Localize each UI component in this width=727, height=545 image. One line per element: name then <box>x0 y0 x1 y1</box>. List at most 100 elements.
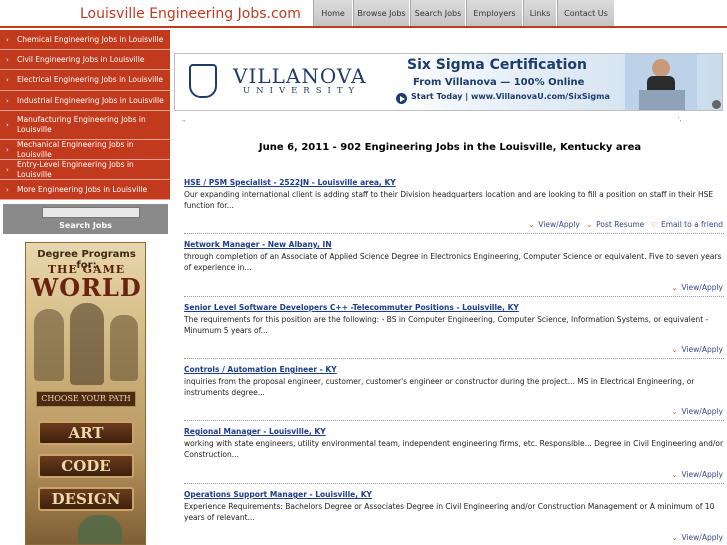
divider <box>184 233 724 234</box>
view-apply-link[interactable]: View/Apply <box>538 220 580 229</box>
nav-links[interactable]: Links <box>523 0 557 26</box>
chevron-down-icon: ⌄ <box>671 471 678 479</box>
nav-contact-us[interactable]: Contact Us <box>557 0 615 26</box>
chevron-down-icon: ⌄ <box>671 284 678 292</box>
ad-art-button[interactable]: ART <box>38 421 134 445</box>
nav-home[interactable]: Home <box>313 0 353 26</box>
job-listing: Operations Support Manager - Louisville,… <box>184 490 724 523</box>
sidebar-item-label: Entry-Level Engineering Jobs in Louisvil… <box>17 159 134 179</box>
view-apply-link[interactable]: View/Apply <box>682 470 724 479</box>
email-friend-link[interactable]: Email to a friend <box>661 220 723 229</box>
job-title-link[interactable]: Network Manager - New Albany, IN <box>184 240 724 249</box>
job-listing: HSE / PSM Specialist - 2522JN - Louisvil… <box>184 178 724 211</box>
job-listing: Network Manager - New Albany, IN through… <box>184 240 724 273</box>
sidebar-item-civil[interactable]: › Civil Engineering Jobs in Louisville <box>0 50 170 70</box>
chevron-down-icon: ⌄ <box>528 221 535 229</box>
chevron-down-icon: ⌄ <box>586 221 593 229</box>
corner-mark-right: ', <box>678 116 682 123</box>
sidebar-item-label: Civil Engineering Jobs in Louisville <box>17 54 145 64</box>
view-apply-link[interactable]: View/Apply <box>682 283 724 292</box>
sidebar-item-label: Electrical Engineering Jobs in Louisvill… <box>17 75 163 84</box>
choose-path-label: CHOOSE YOUR PATH <box>36 391 136 407</box>
sidebar-item-electrical[interactable]: › Electrical Engineering Jobs in Louisvil… <box>0 70 170 91</box>
job-title-link[interactable]: Senior Level Software Developers C++ -Te… <box>184 303 724 312</box>
sidebar-item-industrial[interactable]: › Industrial Engineering Jobs in Louisvil… <box>0 91 170 111</box>
divider <box>184 420 724 421</box>
ad-logo: THE GAME WORLD <box>26 263 145 302</box>
view-apply-link[interactable]: View/Apply <box>682 345 724 354</box>
divider <box>184 483 724 484</box>
ad-headline: Six Sigma Certification <box>407 57 587 73</box>
search-input[interactable] <box>42 207 140 218</box>
sidebar-item-chemical[interactable]: › Chemical Engineering Jobs in Louisville <box>0 30 170 50</box>
job-description: through completion of an Associate of Ap… <box>184 252 722 272</box>
sidebar-item-more[interactable]: › More Engineering Jobs in Louisville <box>0 180 170 200</box>
villanova-seal-icon <box>189 64 217 98</box>
sidebar-item-label: More Engineering Jobs in Louisville <box>17 184 148 194</box>
sidebar-item-label: Chemical Engineering Jobs in Louisville <box>17 34 164 44</box>
ad-cta[interactable]: Start Today | www.VillanovaU.com/SixSigm… <box>411 92 610 101</box>
post-resume-link[interactable]: Post Resume <box>596 220 644 229</box>
page-title: June 6, 2011 - 902 Engineering Jobs in t… <box>258 142 642 153</box>
job-title-link[interactable]: Operations Support Manager - Louisville,… <box>184 490 724 499</box>
main-nav: Home Browse Jobs Search Jobs Employers L… <box>313 0 615 26</box>
job-description: Our expanding international client is ad… <box>184 190 714 210</box>
divider <box>184 358 724 359</box>
chevron-right-icon: › <box>6 55 9 64</box>
chevron-down-icon: ⌄ <box>671 534 678 542</box>
person-with-laptop-image <box>625 54 697 110</box>
job-title-link[interactable]: Controls / Automation Engineer - KY <box>184 365 724 374</box>
warrior-figure-center <box>70 303 104 385</box>
view-apply-link[interactable]: View/Apply <box>682 407 724 416</box>
chevron-right-icon: › <box>6 121 9 129</box>
chevron-right-icon: › <box>6 35 9 44</box>
play-arrow-icon <box>396 93 407 104</box>
job-title-link[interactable]: HSE / PSM Specialist - 2522JN - Louisvil… <box>184 178 724 187</box>
job-listing: Regional Manager - Louisville, KY workin… <box>184 427 724 460</box>
job-title-link[interactable]: Regional Manager - Louisville, KY <box>184 427 724 436</box>
sidebar-item-label: Industrial Engineering Jobs in Louisvill… <box>17 95 164 105</box>
game-world-ad[interactable]: Degree Programs for: THE GAME WORLD CHOO… <box>25 242 146 545</box>
corner-mark-left: ,, <box>182 116 186 123</box>
job-actions: ⌄ View/Apply <box>668 470 723 479</box>
job-listing: Senior Level Software Developers C++ -Te… <box>184 303 724 336</box>
nav-browse-jobs[interactable]: Browse Jobs <box>353 0 410 26</box>
sidebar-search: Search Jobs <box>3 204 168 234</box>
main-content: ,, ', June 6, 2011 - 902 Engineering Job… <box>174 114 726 545</box>
warrior-figure-left <box>34 309 64 381</box>
sidebar-item-label: Manufacturing Engineering Jobs in Louisv… <box>17 115 146 134</box>
ad-logo-large: WORLD <box>31 273 142 302</box>
villanova-wordmark: VILLANOVA <box>233 64 367 88</box>
chevron-right-icon: › <box>6 185 9 194</box>
nav-search-jobs[interactable]: Search Jobs <box>410 0 466 26</box>
job-actions: ⌄ View/Apply <box>668 407 723 416</box>
job-actions: ⌄ View/Apply ⌄ Post Resume ♡ Email to a fri… <box>525 220 724 229</box>
chevron-right-icon: › <box>6 76 9 84</box>
ad-info-icon[interactable] <box>712 100 721 109</box>
chevron-down-icon: ⌄ <box>671 346 678 354</box>
job-actions: ⌄ View/Apply <box>668 345 723 354</box>
ad-code-button[interactable]: CODE <box>38 454 134 478</box>
heart-icon: ♡ <box>650 221 657 229</box>
creature-figure <box>78 515 122 544</box>
page: Louisville Engineering Jobs.com Home Bro… <box>0 0 727 545</box>
sidebar-item-mechanical[interactable]: › Mechanical Engineering Jobs in Louisvil… <box>0 140 170 160</box>
nav-employers[interactable]: Employers <box>466 0 523 26</box>
view-apply-link[interactable]: View/Apply <box>682 533 724 542</box>
job-description: inquiries from the proposal engineer, cu… <box>184 377 695 397</box>
ad-subline: From Villanova — 100% Online <box>413 77 585 88</box>
sidebar-item-label: Mechanical Engineering Jobs in Louisvill… <box>17 139 134 159</box>
sidebar-item-entry-level[interactable]: › Entry-Level Engineering Jobs in Louisvi… <box>0 160 170 180</box>
job-description: Experience Requirements: Bachelors Degre… <box>184 502 715 522</box>
villanova-banner-ad[interactable]: VILLANOVA UNIVERSITY Six Sigma Certifica… <box>174 53 723 111</box>
job-description: The requirements for this position are t… <box>184 315 709 335</box>
search-jobs-button[interactable]: Search Jobs <box>3 221 168 230</box>
job-description: working with state engineers, utility en… <box>184 439 724 459</box>
sidebar-item-manufacturing[interactable]: › Manufacturing Engineering Jobs in Louis… <box>0 111 170 140</box>
warrior-figure-right <box>110 315 138 381</box>
job-actions: ⌄ View/Apply <box>668 283 723 292</box>
chevron-right-icon: › <box>6 96 9 105</box>
ad-design-button[interactable]: DESIGN <box>38 487 134 511</box>
site-title[interactable]: Louisville Engineering Jobs.com <box>80 6 301 22</box>
job-actions: ⌄ View/Apply <box>668 533 723 542</box>
